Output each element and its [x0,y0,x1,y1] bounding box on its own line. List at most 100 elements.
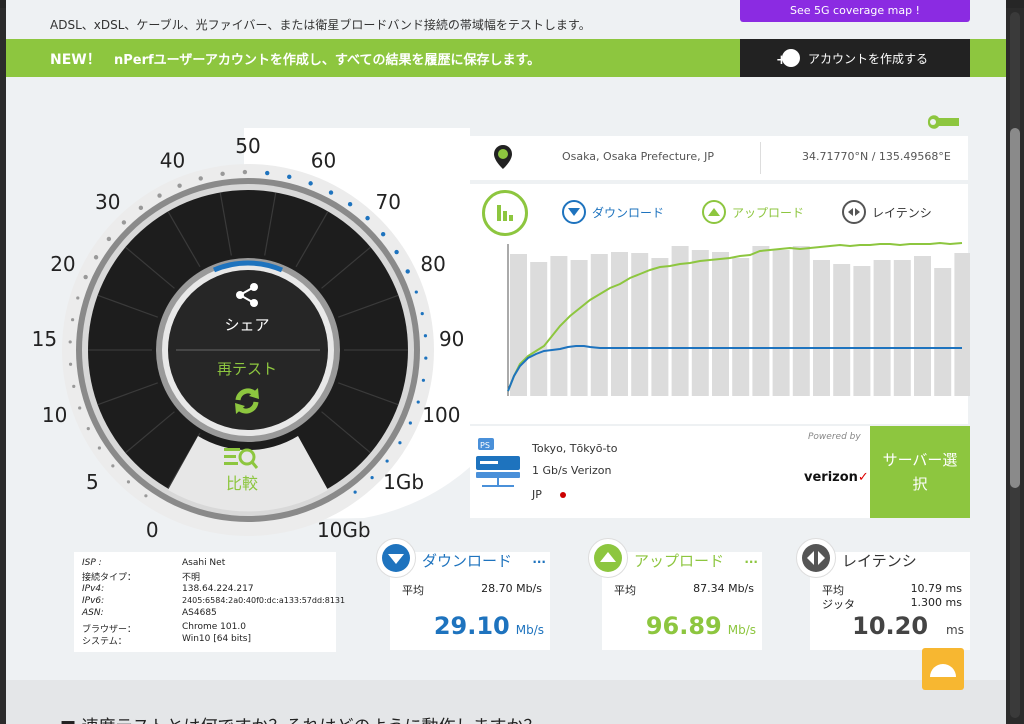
info-key: システム： [82,637,127,647]
gauge-tick-label: 30 [95,190,120,214]
info-row: 接続タイプ： 不明 [82,570,200,583]
chart-bar [954,253,970,396]
legend-upload-label: アップロード [732,205,805,220]
svg-text:PS: PS [480,441,490,450]
create-account-button[interactable]: アカウントを作成する [740,39,970,77]
legend-download[interactable]: ダウンロード [562,200,664,224]
gauge-dot [416,400,420,404]
share-icon[interactable] [226,282,268,308]
gauge-dot [68,340,72,344]
info-row: IPv6: 2405:6584:2a0:40f0:dc:a133:57dd:813… [82,596,345,606]
info-key: IPv6: [82,596,105,606]
gauge-dot [93,255,99,260]
chart-bar [893,260,911,396]
legend-latency[interactable]: レイテンシ [842,200,932,224]
verizon-logo: verizon✓ [804,470,869,485]
gauge-dot [421,378,426,382]
upload-unit: Mb/s [727,623,756,637]
gauge-tick-label: 10 [42,403,67,427]
retest-button[interactable]: 再テスト [206,358,288,379]
gauge-dot [78,406,82,410]
gauge-tick-label: 1Gb [383,470,424,494]
gauge-tick-label: 80 [420,252,445,276]
chart-bar [611,252,628,396]
chart-bar [510,254,527,396]
divider [760,142,761,174]
jitter-value: 1.300 ms [910,596,962,609]
latency-value: 10.20 [852,612,929,640]
chart-bar [792,246,810,396]
gauge-dot [424,356,428,360]
chart-bar [914,256,931,396]
chart-bar [833,264,851,396]
upload-value: 96.89 [645,612,722,640]
upload-icon [588,538,628,578]
upload-avg-value: 87.34 Mb/s [693,582,754,595]
info-key: 接続タイプ： [82,573,137,583]
gauge-dot [423,334,428,338]
arrow-up-icon [930,664,956,677]
download-avg-value: 28.70 Mb/s [481,582,542,595]
refresh-icon[interactable] [230,384,264,422]
download-icon [376,538,416,578]
gauge-tick-label: 60 [311,148,336,172]
gauge-dot [121,220,127,225]
chart-bar [813,260,830,396]
gauge-tick-label: 0 [146,518,159,542]
chart-bar [772,250,790,396]
latency-result-card: レイテンシ 平均 10.79 ms ジッタ 1.300 ms 10.20 ms [796,538,970,650]
location-panel: Osaka, Osaka Prefecture, JP 34.71770°N /… [470,136,968,180]
server-speed: 1 Gb/s Verizon [532,464,612,477]
wrench-icon[interactable] [924,112,964,132]
gauge-dot [380,231,386,237]
gauge-dot [198,176,203,181]
gauge-tick-label: 50 [235,134,260,158]
compare-button[interactable]: 比較 [218,470,266,494]
info-value: 2405:6584:2a0:40f0:dc:a133:57dd:8131 [182,596,346,605]
download-title: ダウンロード [422,552,513,570]
gauge-dot [126,480,131,484]
download-icon [562,200,586,224]
chart-panel: ダウンロード アップロード レイテンシ [470,184,970,424]
coverage-map-button[interactable]: See 5G coverage map ! [740,0,970,22]
gauge-dot [353,490,357,494]
download-value-wrap: 29.10 Mb/s [434,612,544,640]
latency-value-wrap: 10.20 ms [852,612,964,640]
new-badge: NEW！ [50,52,101,68]
gauge-dot [370,476,374,480]
legend-upload[interactable]: アップロード [702,200,804,224]
gauge-dot [72,384,76,389]
gauge-dot [265,170,270,176]
info-row: IPv4: 138.64.224.217 [82,584,254,594]
bar-chart-icon[interactable] [482,190,528,236]
powered-by: Powered by [808,432,861,442]
server-city: Tokyo, Tōkyō-to [532,442,618,455]
gauge-dot [420,311,424,316]
location-pin-icon [494,145,512,169]
gauge-dot [70,318,75,322]
server-country: JP [532,488,542,501]
upload-title: アップロード [634,552,725,570]
share-button[interactable]: シェア [216,314,278,335]
info-key: IPv4: [82,584,105,594]
gauge-tick-label: 40 [160,148,185,172]
chart-bar [853,266,871,396]
gauge-tick-label: 90 [439,327,464,351]
faq-heading[interactable]: ■ 速度テストとは何ですか？それはどのように動作しますか？ [60,712,540,724]
japan-flag-icon [560,492,566,498]
scroll-to-top-button[interactable] [922,648,964,690]
gauge-dot [138,205,144,211]
info-value: 138.64.224.217 [182,584,254,594]
info-value: Win10 [64 bits] [182,634,251,644]
info-row: ISP : Asahi Net [82,558,225,568]
server-icon: PS [476,438,520,487]
speed-chart [507,241,970,396]
page-description: ADSL、xDSL、ケーブル、光ファイバー、または衛星ブロードバンド接続の帯域幅… [50,18,591,32]
scrollbar-thumb[interactable] [1010,128,1020,488]
select-server-button[interactable]: サーバー選択 [870,426,970,518]
legend-latency-label: レイテンシ [872,205,932,220]
upload-more-button[interactable]: ... [744,552,758,566]
page: ADSL、xDSL、ケーブル、光ファイバー、または衛星ブロードバンド接続の帯域幅… [6,0,1006,724]
chart-bar [590,254,608,396]
download-more-button[interactable]: ... [532,552,546,566]
